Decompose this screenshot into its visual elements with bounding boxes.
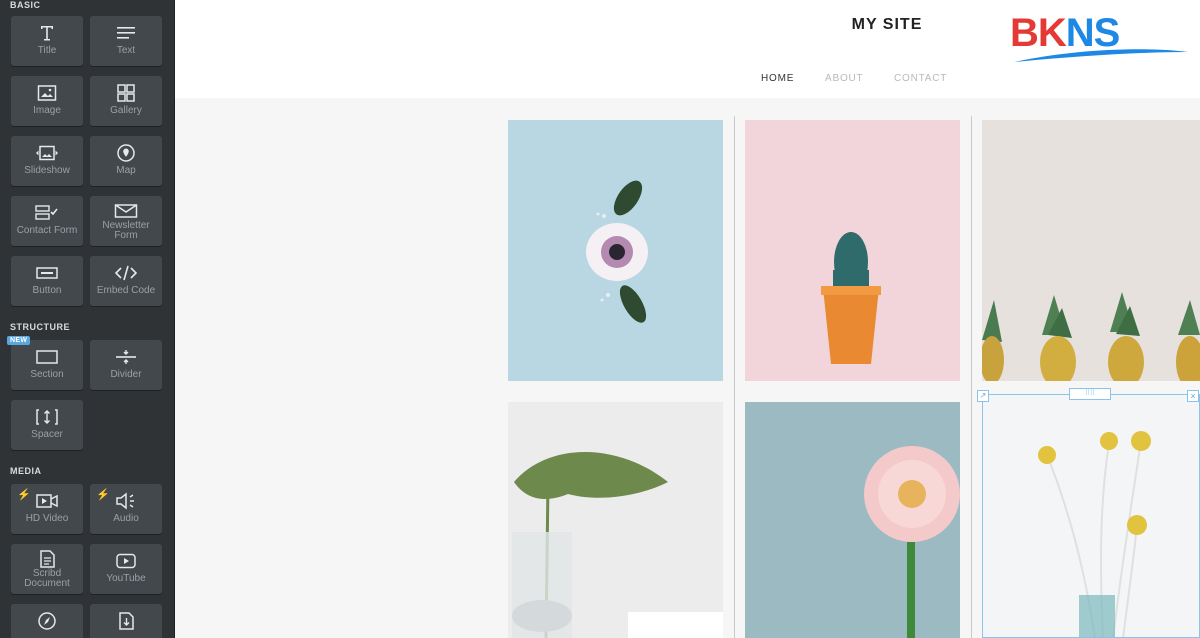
tile-label: Newsletter Form <box>92 221 160 241</box>
site-title[interactable]: MY SITE <box>817 16 957 34</box>
code-icon <box>90 264 162 282</box>
text-lines-icon <box>90 24 162 42</box>
image-element-tile[interactable]: Image <box>11 76 83 126</box>
spacer-element-tile[interactable]: Spacer <box>11 400 83 450</box>
tile-label: YouTube <box>106 573 146 584</box>
envelope-icon <box>90 202 162 220</box>
document-icon <box>11 550 83 568</box>
button-icon <box>11 264 83 282</box>
tile-label: Contact Form <box>16 225 78 236</box>
scribd-document-element-tile[interactable]: Scribd Document <box>11 544 83 594</box>
tile-label: Section <box>30 369 64 380</box>
speaker-icon <box>90 492 162 510</box>
media-element-tile-partial-1[interactable] <box>11 604 83 638</box>
tile-label: Scribd Document <box>13 569 81 589</box>
nav-link-home[interactable]: HOME <box>761 73 794 84</box>
tile-label-line2: Form <box>114 230 138 241</box>
pineapples-image <box>982 292 1200 381</box>
tile-label-line2: Document <box>24 578 70 589</box>
gallery-photo-craspedia-selected[interactable] <box>982 394 1200 638</box>
text-element-tile[interactable]: Text <box>90 16 162 66</box>
column-divider <box>971 116 972 638</box>
tile-label: Image <box>33 105 61 116</box>
nav-link-contact[interactable]: CONTACT <box>894 73 947 84</box>
button-element-tile[interactable]: Button <box>11 256 83 306</box>
new-badge: NEW <box>7 336 31 345</box>
title-icon <box>11 24 83 42</box>
nav-link-about[interactable]: ABOUT <box>825 73 863 84</box>
contact-form-element-tile[interactable]: Contact Form <box>11 196 83 246</box>
gerbera-flower-image <box>864 446 960 638</box>
title-element-tile[interactable]: Title <box>11 16 83 66</box>
slideshow-element-tile[interactable]: Slideshow <box>11 136 83 186</box>
close-icon[interactable]: × <box>1187 390 1199 402</box>
compass-icon <box>11 612 83 630</box>
element-sidebar: BASIC Title Text Image Gallery Slideshow… <box>0 0 174 638</box>
tile-label: Text <box>116 45 136 56</box>
column-divider <box>734 116 735 638</box>
newsletter-form-element-tile[interactable]: Newsletter Form <box>90 196 162 246</box>
gallery-element-tile[interactable]: Gallery <box>90 76 162 126</box>
spacer-icon <box>11 408 83 426</box>
embed-code-element-tile[interactable]: Embed Code <box>90 256 162 306</box>
hd-video-element-tile[interactable]: ⚡ HD Video <box>11 484 83 534</box>
logo-swoosh <box>1014 49 1188 62</box>
tile-label: Embed Code <box>96 285 156 296</box>
audio-element-tile[interactable]: ⚡ Audio <box>90 484 162 534</box>
form-check-icon <box>11 204 83 222</box>
site-header: MY SITE HOME ABOUT CONTACT BKNS <box>175 0 1200 98</box>
anemone-flower-image <box>586 180 648 323</box>
section-icon <box>11 348 83 366</box>
tile-label: Gallery <box>110 105 142 116</box>
gallery-photo-pineapples[interactable] <box>982 120 1200 381</box>
video-camera-icon <box>11 492 83 510</box>
gallery-photo-gerbera[interactable] <box>745 402 960 638</box>
gallery-photo-monstera[interactable] <box>508 402 723 638</box>
link-handle-icon[interactable]: ↗ <box>977 390 989 402</box>
section-label-media: MEDIA <box>10 466 42 476</box>
map-element-tile[interactable]: Map <box>90 136 162 186</box>
youtube-element-tile[interactable]: YouTube <box>90 544 162 594</box>
media-element-tile-partial-2[interactable] <box>90 604 162 638</box>
map-pin-icon <box>90 144 162 162</box>
bkns-logo: BKNS <box>1010 12 1190 66</box>
gallery-photo-flower-blue[interactable] <box>508 120 723 381</box>
section-label-basic: BASIC <box>10 0 41 10</box>
slideshow-icon <box>11 144 83 162</box>
craspedia-image <box>1038 431 1151 637</box>
divider-element-tile[interactable]: Divider <box>90 340 162 390</box>
divider-icon <box>90 348 162 366</box>
tile-label: Spacer <box>31 429 63 440</box>
tile-label: HD Video <box>25 513 69 524</box>
section-label-structure: STRUCTURE <box>10 322 70 332</box>
tile-label: Divider <box>110 369 142 380</box>
cactus-image <box>821 232 881 364</box>
tile-label: Map <box>116 165 136 176</box>
tile-label: Button <box>32 285 62 296</box>
gallery-photo-cactus-pink[interactable] <box>745 120 960 381</box>
monstera-leaf-image <box>512 452 723 638</box>
file-download-icon <box>90 612 162 630</box>
tile-label: Slideshow <box>24 165 70 176</box>
gallery-grid-icon <box>90 84 162 102</box>
drag-handle-icon[interactable]: ⠿⠿ <box>1069 388 1111 400</box>
image-icon <box>11 84 83 102</box>
section-element-tile[interactable]: Section <box>11 340 83 390</box>
youtube-play-icon <box>90 552 162 570</box>
tile-label: Title <box>37 45 57 56</box>
tile-label: Audio <box>113 513 139 524</box>
